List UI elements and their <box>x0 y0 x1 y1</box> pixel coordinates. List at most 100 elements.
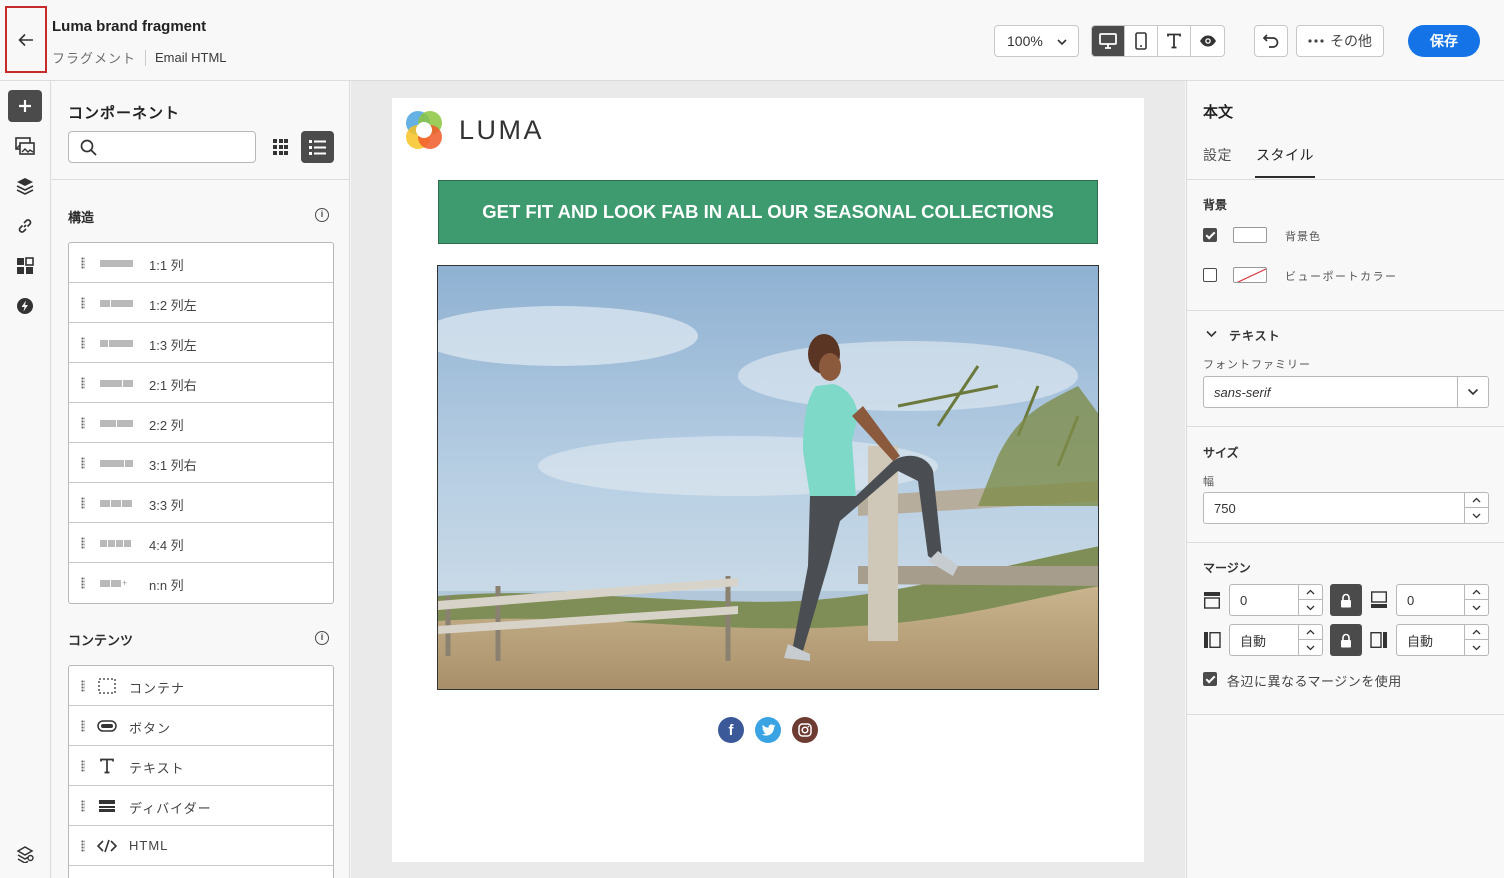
more-button[interactable]: その他 <box>1296 25 1384 57</box>
links-button[interactable] <box>8 210 42 242</box>
tab-style[interactable]: スタイル <box>1256 145 1314 165</box>
text-heading[interactable]: テキスト <box>1229 327 1281 344</box>
zoom-select[interactable]: 100% <box>994 25 1079 57</box>
drag-handle-icon[interactable] <box>81 457 85 469</box>
viewport-color-checkbox[interactable] <box>1203 268 1217 282</box>
component-search[interactable] <box>68 131 256 163</box>
active-tab-indicator <box>1255 176 1315 178</box>
lock-horizontal-margins-button[interactable] <box>1330 624 1362 656</box>
desktop-view-button[interactable] <box>1092 26 1125 56</box>
save-button[interactable]: 保存 <box>1408 25 1480 57</box>
content-item[interactable]: テキスト <box>69 746 333 786</box>
structure-label: 3:3 列 <box>149 498 184 513</box>
margin-right-input[interactable]: 自動 <box>1396 624 1489 656</box>
content-item[interactable]: ボタン <box>69 706 333 746</box>
back-button[interactable] <box>5 6 47 73</box>
structure-list: 1:1 列 1:2 列左 1:3 列左 2:1 列右 2:2 列 3:1 列右 <box>68 242 334 604</box>
width-input[interactable]: 750 <box>1203 492 1489 524</box>
structure-item[interactable]: + n:n 列 <box>69 563 333 603</box>
assets-button[interactable] <box>8 130 42 162</box>
decrement-button[interactable] <box>1299 640 1322 655</box>
text-view-button[interactable] <box>1158 26 1191 56</box>
decrement-button[interactable] <box>1465 600 1488 615</box>
info-icon[interactable]: i <box>315 208 329 222</box>
twitter-icon[interactable] <box>755 717 781 743</box>
drag-handle-icon[interactable] <box>81 497 85 509</box>
drag-handle-icon[interactable] <box>81 840 85 852</box>
grid-view-toggle[interactable] <box>266 131 296 163</box>
mobile-view-button[interactable] <box>1125 26 1158 56</box>
chevron-down-icon[interactable] <box>1206 330 1217 338</box>
increment-button[interactable] <box>1465 493 1488 508</box>
drag-handle-icon[interactable] <box>81 417 85 429</box>
bg-color-checkbox[interactable] <box>1203 228 1217 242</box>
add-components-button[interactable] <box>8 90 42 122</box>
margin-top-stepper[interactable] <box>1298 585 1322 615</box>
font-family-select[interactable]: sans-serif <box>1203 376 1489 408</box>
structure-item[interactable]: 3:3 列 <box>69 483 333 523</box>
drag-handle-icon[interactable] <box>81 720 85 732</box>
decrement-button[interactable] <box>1299 600 1322 615</box>
hero-image[interactable] <box>437 265 1099 690</box>
margin-top-value: 0 <box>1240 592 1248 608</box>
content-item[interactable]: コンテナ <box>69 666 333 706</box>
structure-item[interactable]: 1:1 列 <box>69 243 333 283</box>
drag-handle-icon[interactable] <box>81 577 85 589</box>
structure-item[interactable]: 3:1 列右 <box>69 443 333 483</box>
facebook-icon[interactable]: f <box>718 717 744 743</box>
list-view-toggle[interactable] <box>301 131 334 163</box>
content-item[interactable]: HTML <box>69 826 333 866</box>
drag-handle-icon[interactable] <box>81 760 85 772</box>
decrement-button[interactable] <box>1465 508 1488 523</box>
email-body[interactable]: LUMA GET FIT AND LOOK FAB IN ALL OUR SEA… <box>392 98 1144 862</box>
rail-settings-button[interactable] <box>8 838 42 870</box>
drag-handle-icon[interactable] <box>81 800 85 812</box>
increment-button[interactable] <box>1465 585 1488 600</box>
column-1-1-icon <box>100 260 133 267</box>
layers-button[interactable] <box>8 170 42 202</box>
viewport-color-swatch[interactable] <box>1233 267 1267 283</box>
content-item-partial <box>69 866 333 878</box>
margin-left-input[interactable]: 自動 <box>1229 624 1323 656</box>
promo-banner[interactable]: GET FIT AND LOOK FAB IN ALL OUR SEASONAL… <box>438 180 1098 244</box>
drag-handle-icon[interactable] <box>81 680 85 692</box>
decrement-button[interactable] <box>1465 640 1488 655</box>
content-item[interactable]: ディバイダー <box>69 786 333 826</box>
undo-button[interactable] <box>1254 25 1288 57</box>
width-stepper[interactable] <box>1464 493 1488 523</box>
structure-item[interactable]: 1:2 列左 <box>69 283 333 323</box>
preview-button[interactable] <box>1191 26 1224 56</box>
structure-item[interactable]: 2:1 列右 <box>69 363 333 403</box>
tab-settings[interactable]: 設定 <box>1203 145 1232 165</box>
structure-item[interactable]: 4:4 列 <box>69 523 333 563</box>
increment-button[interactable] <box>1299 585 1322 600</box>
personalization-button[interactable] <box>8 290 42 322</box>
increment-button[interactable] <box>1465 625 1488 640</box>
search-input[interactable] <box>101 133 241 161</box>
different-margins-checkbox[interactable] <box>1203 672 1217 686</box>
drag-handle-icon[interactable] <box>81 537 85 549</box>
fragments-button[interactable] <box>8 250 42 282</box>
search-icon <box>80 139 97 156</box>
info-icon[interactable]: i <box>315 631 329 645</box>
instagram-icon[interactable] <box>792 717 818 743</box>
margin-bottom-stepper[interactable] <box>1464 585 1488 615</box>
margin-right-stepper[interactable] <box>1464 625 1488 655</box>
bg-color-swatch[interactable] <box>1233 227 1267 243</box>
margin-left-stepper[interactable] <box>1298 625 1322 655</box>
content-label: ボタン <box>129 721 172 736</box>
lock-vertical-margins-button[interactable] <box>1330 584 1362 616</box>
drag-handle-icon[interactable] <box>81 297 85 309</box>
structure-item[interactable]: 1:3 列左 <box>69 323 333 363</box>
font-family-dropdown[interactable] <box>1457 377 1488 407</box>
text-icon <box>97 757 117 775</box>
margin-top-input[interactable]: 0 <box>1229 584 1323 616</box>
drag-handle-icon[interactable] <box>81 257 85 269</box>
luma-logo[interactable]: LUMA <box>402 108 544 152</box>
drag-handle-icon[interactable] <box>81 337 85 349</box>
margin-bottom-input[interactable]: 0 <box>1396 584 1489 616</box>
increment-button[interactable] <box>1299 625 1322 640</box>
structure-item[interactable]: 2:2 列 <box>69 403 333 443</box>
container-icon <box>97 677 117 695</box>
drag-handle-icon[interactable] <box>81 377 85 389</box>
